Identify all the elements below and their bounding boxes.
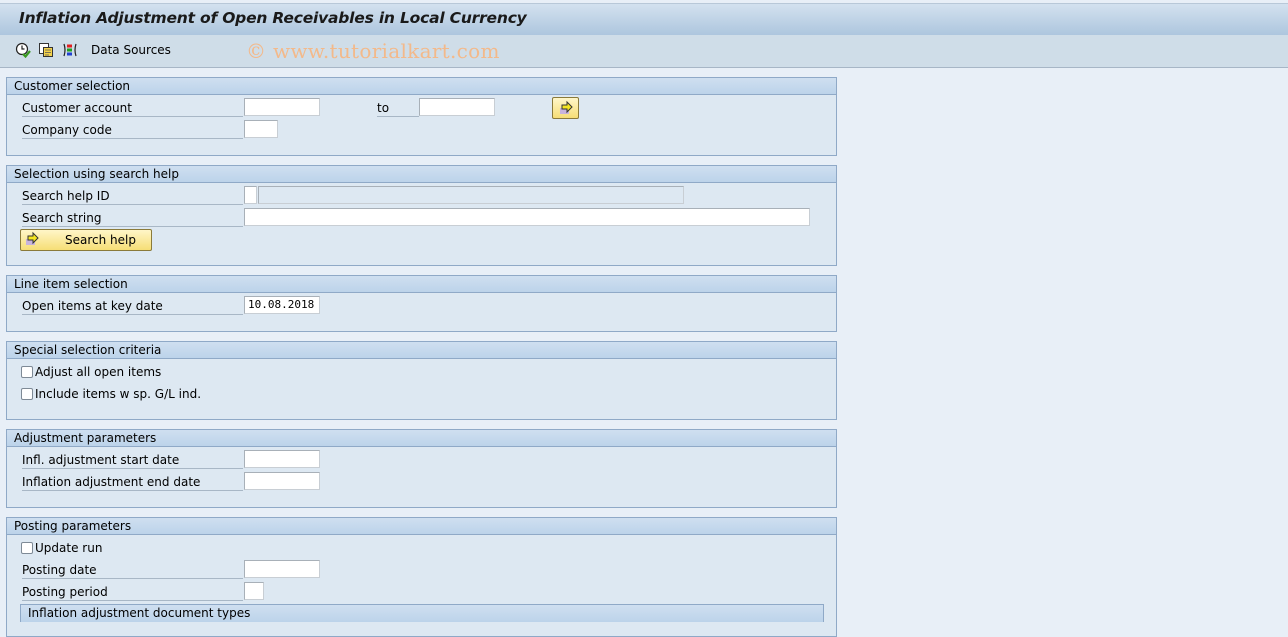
group-title: Selection using search help — [7, 166, 836, 183]
start-date-label: Infl. adjustment start date — [22, 451, 243, 469]
title-bar: Inflation Adjustment of Open Receivables… — [0, 3, 1288, 36]
group-title: Posting parameters — [7, 518, 836, 535]
multiple-selection-button[interactable] — [552, 97, 579, 119]
search-help-button[interactable]: Search help — [20, 229, 152, 251]
posting-period-input[interactable] — [244, 582, 264, 600]
search-help-description-field — [258, 186, 684, 204]
include-items-sp-gl-label: Include items w sp. G/L ind. — [35, 387, 202, 401]
group-title: Line item selection — [7, 276, 836, 293]
search-help-id-label: Search help ID — [22, 187, 243, 205]
page-title: Inflation Adjustment of Open Receivables… — [19, 9, 527, 27]
group-title: Special selection criteria — [7, 342, 836, 359]
search-string-input[interactable] — [244, 208, 810, 226]
include-items-sp-gl-option[interactable]: Include items w sp. G/L ind. — [21, 385, 201, 403]
arrow-right-icon — [24, 231, 40, 250]
adjust-all-open-items-option[interactable]: Adjust all open items — [21, 363, 161, 381]
search-help-button-label: Search help — [65, 233, 136, 247]
update-run-label: Update run — [35, 541, 103, 555]
search-help-id-input[interactable] — [244, 186, 257, 204]
data-sources-button[interactable]: Data Sources — [91, 43, 171, 57]
key-date-input[interactable]: 10.08.2018 — [244, 296, 320, 314]
adjust-all-open-items-checkbox[interactable] — [21, 366, 33, 378]
posting-date-input[interactable] — [244, 560, 320, 578]
start-date-input[interactable] — [244, 450, 320, 468]
posting-date-label: Posting date — [22, 561, 243, 579]
arrow-right-icon — [558, 100, 574, 119]
selection-options-icon[interactable] — [62, 42, 78, 58]
watermark-text: © www.tutorialkart.com — [246, 39, 500, 63]
customer-account-to-input[interactable] — [419, 98, 495, 116]
end-date-label: Inflation adjustment end date — [22, 473, 243, 491]
subgroup-document-types: Inflation adjustment document types — [20, 604, 824, 622]
include-items-sp-gl-checkbox[interactable] — [21, 388, 33, 400]
get-variant-icon[interactable] — [38, 42, 54, 58]
customer-account-label: Customer account — [22, 99, 243, 117]
update-run-checkbox[interactable] — [21, 542, 33, 554]
company-code-input[interactable] — [244, 120, 278, 138]
search-string-label: Search string — [22, 209, 243, 227]
company-code-label: Company code — [22, 121, 243, 139]
update-run-option[interactable]: Update run — [21, 539, 102, 557]
application-toolbar: Data Sources © www.tutorialkart.com — [0, 35, 1288, 68]
posting-period-label: Posting period — [22, 583, 243, 601]
execute-clock-icon[interactable] — [15, 42, 31, 59]
subgroup-title: Inflation adjustment document types — [28, 606, 251, 620]
adjust-all-open-items-label: Adjust all open items — [35, 365, 162, 379]
group-title: Customer selection — [7, 78, 836, 95]
to-label: to — [377, 99, 419, 117]
key-date-label: Open items at key date — [22, 297, 243, 315]
group-title: Adjustment parameters — [7, 430, 836, 447]
end-date-input[interactable] — [244, 472, 320, 490]
customer-account-from-input[interactable] — [244, 98, 320, 116]
